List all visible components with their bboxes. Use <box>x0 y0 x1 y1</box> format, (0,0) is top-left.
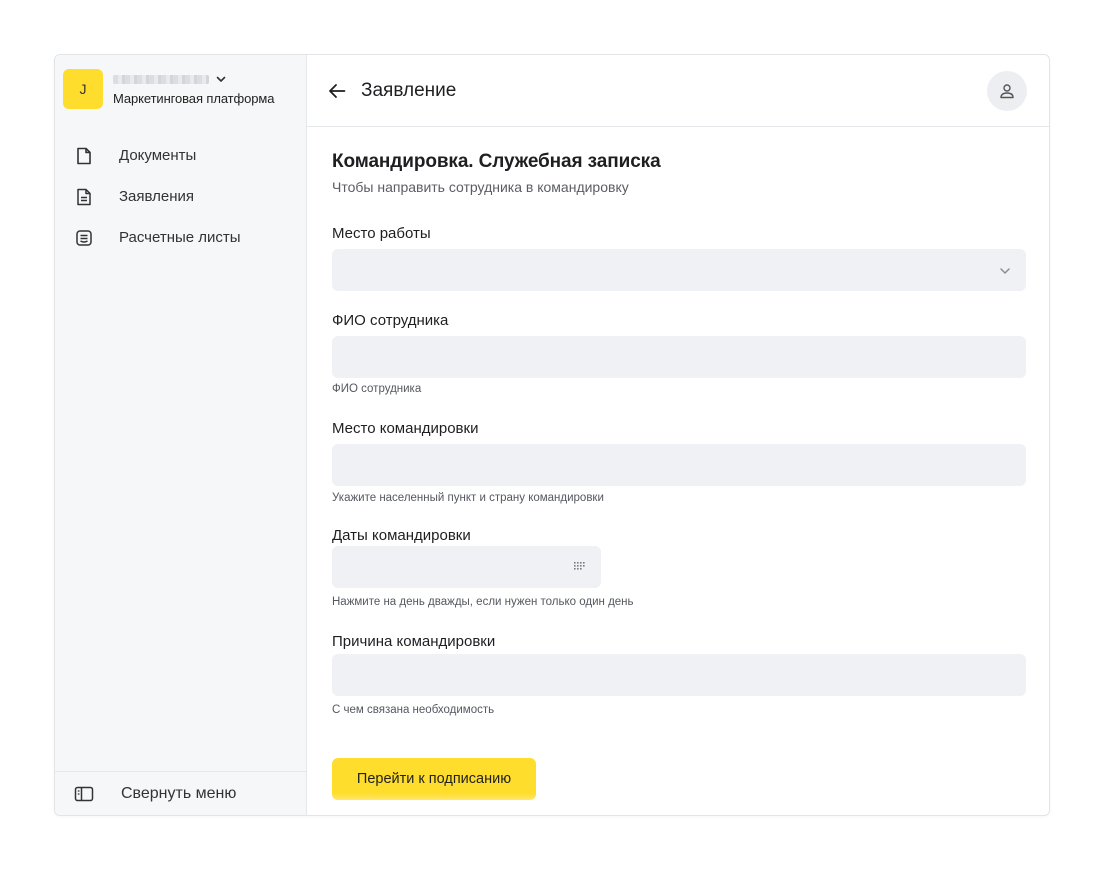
trip-location-label: Место командировки <box>332 420 479 437</box>
trip-reason-label: Причина командировки <box>332 633 496 650</box>
trip-location-hint: Укажите населенный пункт и страну команд… <box>332 492 604 504</box>
sidebar-item-statements[interactable]: Заявления <box>55 176 306 217</box>
collapse-menu-label: Свернуть меню <box>121 784 237 802</box>
org-subtitle: Маркетинговая платформа <box>113 91 275 106</box>
sidebar-item-documents[interactable]: Документы <box>55 135 306 176</box>
org-switcher[interactable]: J Маркетинговая платформа <box>63 69 274 109</box>
trip-reason-input[interactable] <box>332 654 1026 696</box>
form-subtitle: Чтобы направить сотрудника в командировк… <box>332 179 629 195</box>
back-arrow-icon[interactable] <box>327 81 347 101</box>
main-panel: Заявление Командировка. Служебная записк… <box>307 55 1049 815</box>
org-name-redacted <box>113 74 209 84</box>
org-name-row <box>113 71 274 87</box>
collapse-menu-button[interactable]: Свернуть меню <box>55 771 306 815</box>
sidebar-toggle-icon <box>73 783 95 805</box>
statement-icon <box>73 186 95 208</box>
chevron-down-icon <box>1000 268 1010 274</box>
sidebar-item-label: Расчетные листы <box>119 229 241 246</box>
trip-dates-label: Даты командировки <box>332 527 471 544</box>
sidebar: J Маркетинговая платформа Документы Заяв… <box>55 55 307 815</box>
sidebar-nav: Документы Заявления Расчетные листы <box>55 135 306 258</box>
org-text: Маркетинговая платформа <box>113 71 274 106</box>
profile-button[interactable] <box>987 71 1027 111</box>
user-icon <box>1000 84 1014 99</box>
trip-reason-hint: С чем связана необходимость <box>332 704 495 716</box>
trip-dates-input[interactable] <box>332 546 601 588</box>
go-to-signing-button[interactable]: Перейти к подписанию <box>332 758 536 800</box>
trip-dates-hint: Нажмите на день дважды, если нужен тольк… <box>332 596 634 608</box>
workplace-select[interactable] <box>332 249 1026 291</box>
chevron-down-icon[interactable] <box>215 73 227 85</box>
employee-name-input[interactable] <box>332 336 1026 378</box>
page-title: Заявление <box>361 79 457 101</box>
form-content: Командировка. Служебная записка Чтобы на… <box>307 127 1049 195</box>
trip-location-input[interactable] <box>332 444 1026 486</box>
document-icon <box>73 145 95 167</box>
employee-name-hint: ФИО сотрудника <box>332 383 422 395</box>
calendar-icon[interactable] <box>573 560 587 572</box>
form-title: Командировка. Служебная записка <box>332 151 661 172</box>
employee-name-label: ФИО сотрудника <box>332 312 449 329</box>
sidebar-item-label: Документы <box>119 147 197 164</box>
payslip-icon <box>73 227 95 249</box>
header: Заявление <box>307 55 1049 127</box>
app-window: J Маркетинговая платформа Документы Заяв… <box>54 54 1050 816</box>
sidebar-item-payslips[interactable]: Расчетные листы <box>55 217 306 258</box>
org-avatar: J <box>63 69 103 109</box>
workplace-label: Место работы <box>332 225 431 242</box>
sidebar-item-label: Заявления <box>119 188 195 205</box>
